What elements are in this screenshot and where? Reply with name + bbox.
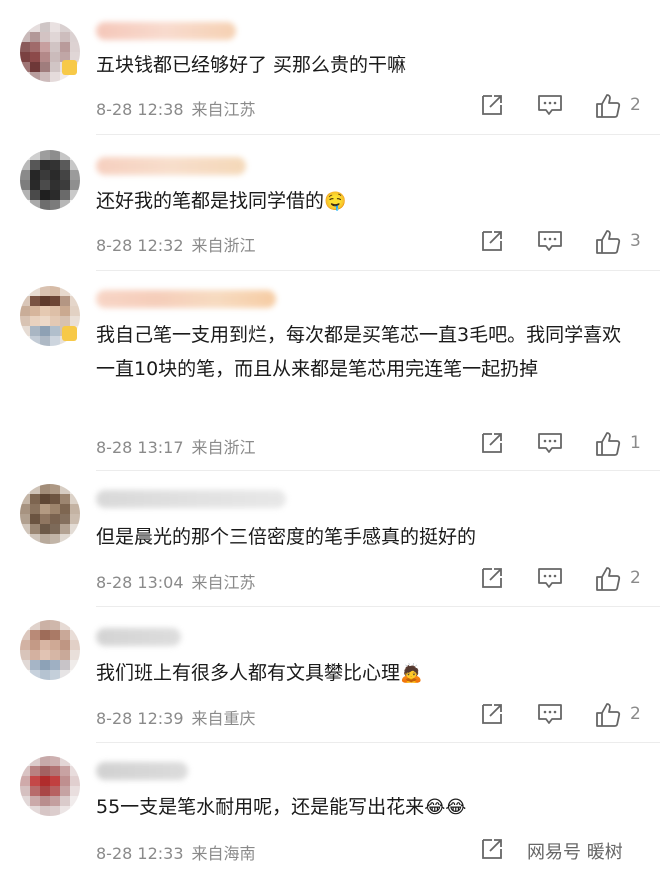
like-icon[interactable] [595,93,621,119]
drooling-emoji: 🤤 [324,190,347,212]
like-icon[interactable] [595,566,621,592]
comment-location: 来自江苏 [191,573,256,592]
comment-date: 8-28 12:33 [96,844,184,863]
like-count: 2 [630,704,641,724]
like-icon[interactable] [595,431,621,457]
comment-date: 8-28 12:32 [96,236,184,255]
avatar[interactable] [20,484,80,544]
share-icon[interactable] [480,431,504,455]
comment-text-content: 五块钱都已经够好了 买那么贵的干嘛 [96,54,407,76]
like-count: 2 [630,568,641,588]
comment-meta: 8-28 12:33 来自海南 [96,840,256,864]
comment-text-content: 还好我的笔都是找同学借的 [96,190,325,212]
divider [96,470,660,471]
divider [96,134,660,135]
comment-text-content: 我自己笔一支用到烂，每次都是买笔芯一直3毛吧。我同学喜欢一直10块的笔，而且从来… [96,324,622,380]
comment-location: 来自江苏 [191,100,256,119]
comment-icon[interactable] [537,431,563,455]
avatar[interactable] [20,150,80,210]
like-icon[interactable] [595,702,621,728]
like-icon[interactable] [595,229,621,255]
comment-date: 8-28 13:17 [96,438,184,457]
share-icon[interactable] [480,93,504,117]
comment-meta: 8-28 12:38 来自江苏 [96,96,256,120]
comment-text: 我们班上有很多人都有文具攀比心理🙇 [96,656,630,691]
comment-icon[interactable] [537,566,563,590]
comment-icon[interactable] [537,229,563,253]
like-count: 2 [630,95,641,115]
comment-text-content: 但是晨光的那个三倍密度的笔手感真的挺好的 [96,526,477,548]
comment-text: 55一支是笔水耐用呢，还是能写出花来😂😂 [96,790,630,825]
username[interactable] [96,628,181,646]
comment-date: 8-28 12:39 [96,709,184,728]
comment-meta: 8-28 13:04 来自江苏 [96,569,256,593]
comment-text-content: 55一支是笔水耐用呢，还是能写出花来 [96,796,425,818]
avatar[interactable] [20,756,80,816]
laughing-crying-emoji: 😂😂 [424,796,467,818]
comment-text: 还好我的笔都是找同学借的🤤 [96,184,630,219]
comment-icon[interactable] [537,93,563,117]
vip-badge [62,326,77,341]
comment-date: 8-28 12:38 [96,100,184,119]
username[interactable] [96,22,236,40]
like-count: 1 [630,433,641,453]
username[interactable] [96,290,276,308]
comment-location: 来自浙江 [191,236,256,255]
comment-actions: 3 [478,229,648,257]
comment-icon[interactable] [537,702,563,726]
comment-actions: 2 [478,93,648,121]
comment-location: 来自海南 [191,844,256,863]
comment-text: 五块钱都已经够好了 买那么贵的干嘛 [96,48,630,82]
comment-actions: 1 [478,431,648,459]
comment-meta: 8-28 12:32 来自浙江 [96,232,256,256]
divider [96,742,660,743]
comment-actions: 2 [478,702,648,730]
share-icon[interactable] [480,702,504,726]
comment-text-content: 我们班上有很多人都有文具攀比心理 [96,662,401,684]
comment-actions: 2 [478,566,648,594]
comment-text: 我自己笔一支用到烂，每次都是买笔芯一直3毛吧。我同学喜欢一直10块的笔，而且从来… [96,318,630,386]
like-count: 3 [630,231,641,251]
vip-badge [62,60,77,75]
comment-date: 8-28 13:04 [96,573,184,592]
comment-text: 但是晨光的那个三倍密度的笔手感真的挺好的 [96,520,630,554]
share-icon[interactable] [480,566,504,590]
divider [96,606,660,607]
bowing-emoji: 🙇 [400,662,423,684]
share-icon[interactable] [480,229,504,253]
comment-location: 来自浙江 [191,438,256,457]
comment-meta: 8-28 12:39 来自重庆 [96,705,256,729]
watermark: 网易号 暖树 [525,838,625,864]
username[interactable] [96,762,188,780]
divider [96,270,660,271]
username[interactable] [96,490,286,508]
share-icon[interactable] [480,837,504,861]
comment-location: 来自重庆 [191,709,256,728]
comment-meta: 8-28 13:17 来自浙江 [96,434,256,458]
avatar[interactable] [20,620,80,680]
username[interactable] [96,157,246,175]
